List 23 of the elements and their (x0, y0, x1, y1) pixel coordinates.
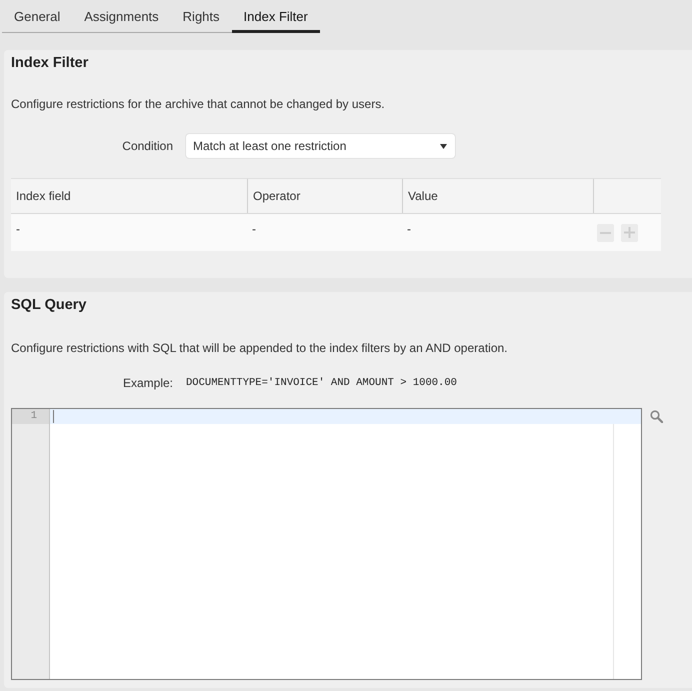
tab[interactable]: Rights (170, 0, 232, 33)
section-description: Configure restrictions for the archive that cannot be changed by users. (11, 97, 385, 111)
line-number: 1 (12, 409, 49, 424)
plus-icon (624, 227, 635, 238)
condition-label: Condition (122, 139, 173, 153)
table-cell-text: - (406, 221, 412, 237)
search-icon[interactable] (650, 410, 663, 423)
column-header: Operator (247, 179, 402, 213)
section-description: Configure restrictions with SQL that will be appended to the index filters by an AND operation. (11, 341, 508, 355)
caret-icon (440, 144, 447, 148)
column-header: Index field (15, 188, 72, 205)
tab[interactable]: General (2, 0, 72, 33)
condition-dropdown[interactable]: Match at least one restriction (186, 134, 455, 158)
table-cell-text: - (15, 221, 21, 237)
table-cell-text: - (251, 221, 257, 237)
text-cursor (53, 410, 54, 423)
column-header: Value (402, 179, 593, 213)
tab[interactable]: Assignments (72, 0, 171, 33)
example-label: Example: (122, 376, 173, 390)
section-title: Index Filter (11, 54, 90, 72)
example-code: DOCUMENTTYPE='INVOICE' AND AMOUNT > 1000.00 (186, 376, 457, 391)
section-title: SQL Query (11, 296, 88, 314)
tab[interactable]: Index Filter (232, 0, 320, 33)
